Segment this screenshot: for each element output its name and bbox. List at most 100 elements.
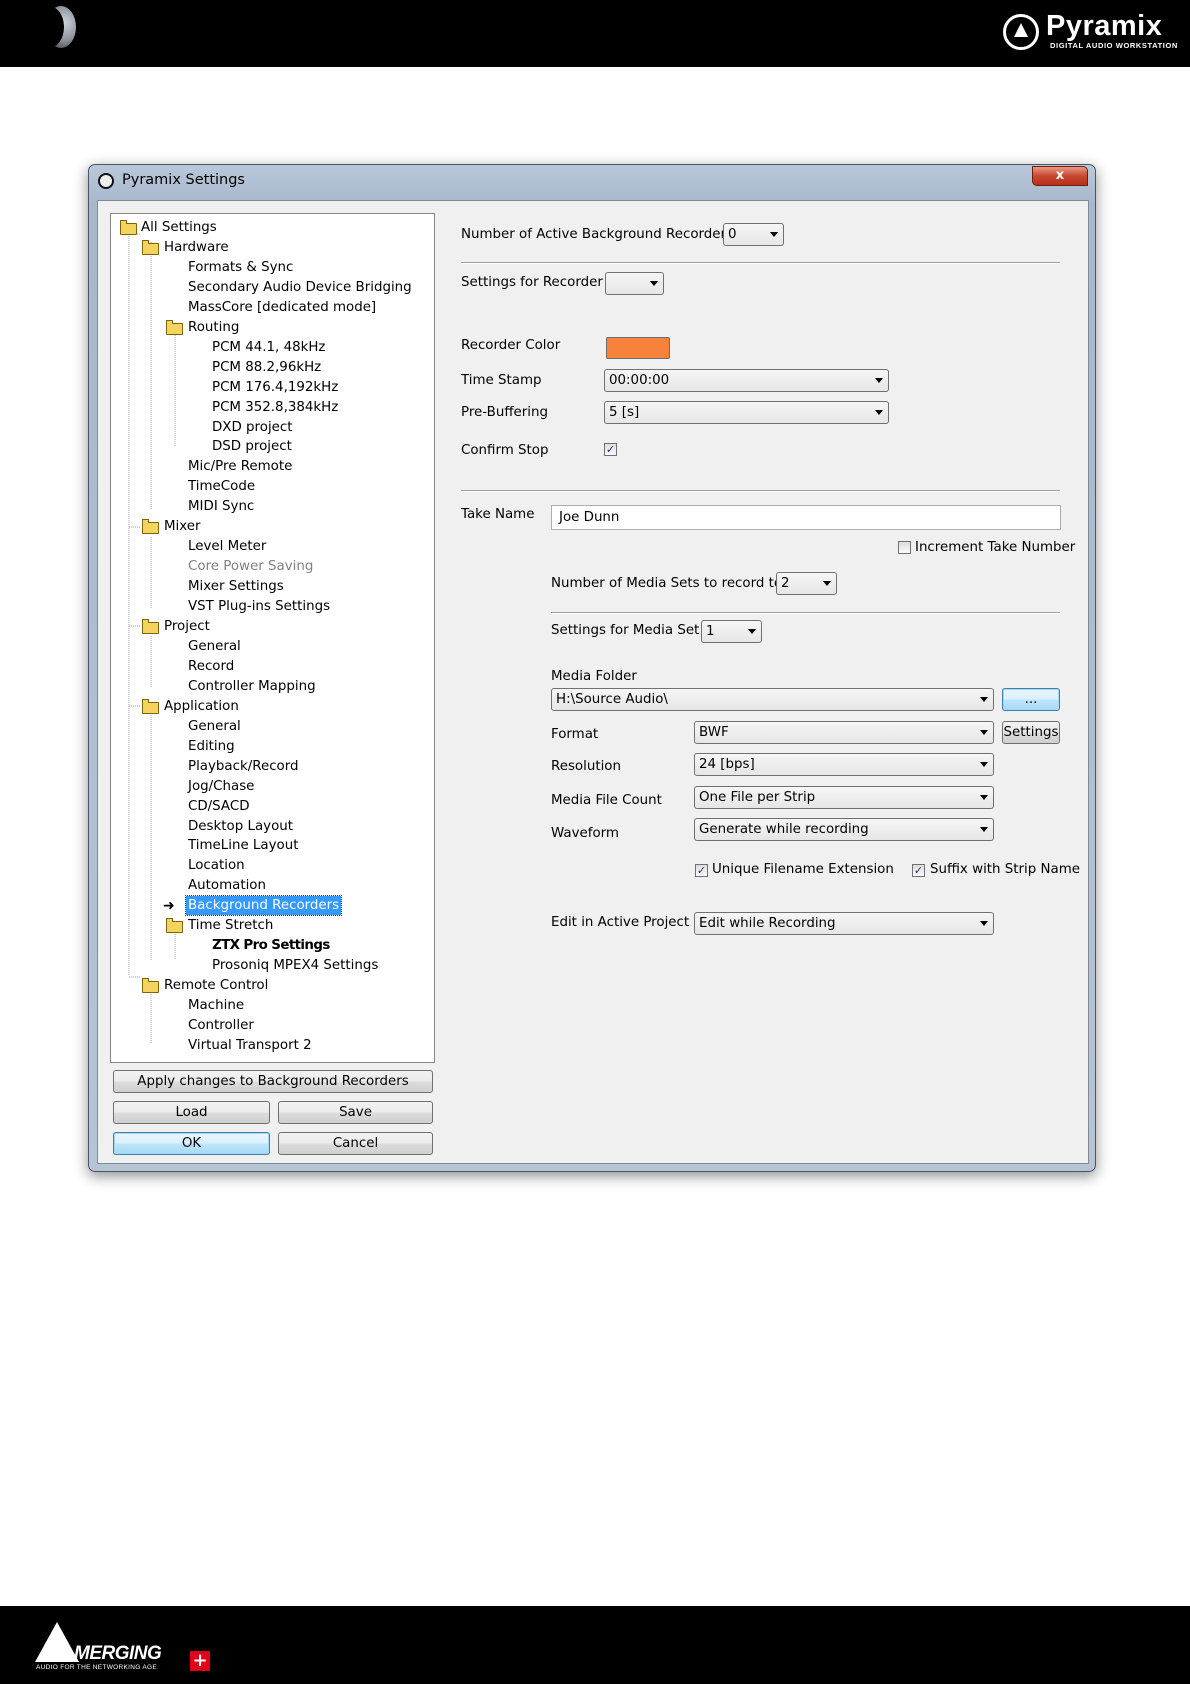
media-folder-value: H:\Source Audio\ [556, 692, 668, 707]
confirm-stop-checkbox[interactable]: ✓ [604, 443, 617, 456]
media-file-count-select[interactable]: One File per Strip [694, 786, 994, 809]
close-button[interactable]: x [1032, 166, 1088, 186]
window-app-icon [98, 173, 114, 189]
active-recorders-select[interactable]: 0 [723, 223, 784, 246]
tree-item-playback-record[interactable]: Playback/Record [188, 757, 299, 776]
merging-plus-icon: + [190, 1651, 210, 1671]
tree-item-level-meter[interactable]: Level Meter [188, 537, 266, 556]
tree-item-pcm-44-1-48khz[interactable]: PCM 44.1, 48kHz [212, 338, 325, 357]
resolution-value: 24 [bps] [699, 757, 755, 772]
suffix-strip-name-checkbox[interactable]: ✓ [912, 864, 925, 877]
tree-item-remote-control[interactable]: Remote Control [164, 976, 268, 995]
tree-item-formats-sync[interactable]: Formats & Sync [188, 258, 293, 277]
time-stamp-label: Time Stamp [461, 373, 542, 388]
tree-item-timecode[interactable]: TimeCode [188, 477, 255, 496]
separator [461, 490, 1060, 492]
time-stamp-value: 00:00:00 [609, 373, 670, 388]
tree-item-cd-sacd[interactable]: CD/SACD [188, 797, 250, 816]
tree-item-pcm-88-2-96khz[interactable]: PCM 88.2,96kHz [212, 358, 321, 377]
media-sets-select[interactable]: 2 [776, 572, 837, 595]
tree-item-automation[interactable]: Automation [188, 876, 266, 895]
folder-icon [142, 978, 159, 993]
active-recorders-value: 0 [728, 227, 737, 242]
suffix-strip-name-label: Suffix with Strip Name [930, 862, 1081, 877]
pre-buffering-label: Pre-Buffering [461, 405, 548, 420]
pre-buffering-value: 5 [s] [609, 405, 640, 420]
tree-item-machine[interactable]: Machine [188, 996, 244, 1015]
ok-button[interactable]: OK [113, 1132, 270, 1155]
folder-icon [142, 699, 159, 714]
resolution-select[interactable]: 24 [bps] [694, 753, 994, 776]
recorder-color-swatch[interactable] [606, 337, 670, 359]
tree-item-all-settings[interactable]: All Settings [141, 218, 217, 237]
tree-item-jog-chase[interactable]: Jog/Chase [188, 777, 254, 796]
tree-item-pcm-176-4-192khz[interactable]: PCM 176.4,192kHz [212, 378, 338, 397]
folder-icon [142, 240, 159, 255]
take-name-label: Take Name [461, 507, 535, 522]
tree-item-timeline-layout[interactable]: TimeLine Layout [188, 836, 298, 855]
tree-item-project[interactable]: Project [164, 617, 210, 636]
tree-item-routing[interactable]: Routing [188, 318, 239, 337]
tree-item-general[interactable]: General [188, 717, 241, 736]
format-select[interactable]: BWF [694, 721, 994, 744]
pre-buffering-select[interactable]: 5 [s] [604, 401, 889, 424]
tree-item-application[interactable]: Application [164, 697, 239, 716]
tree-item-time-stretch[interactable]: Time Stretch [188, 916, 273, 935]
chevron-down-icon [980, 921, 988, 926]
tree-item-mic-pre-remote[interactable]: Mic/Pre Remote [188, 457, 292, 476]
tree-item-pcm-352-8-384khz[interactable]: PCM 352.8,384kHz [212, 398, 338, 417]
tree-item-dsd-project[interactable]: DSD project [212, 437, 292, 456]
merging-logo-icon [35, 1622, 79, 1662]
edit-active-project-value: Edit while Recording [699, 916, 836, 931]
browse-folder-button[interactable]: ... [1002, 688, 1060, 711]
folder-icon [142, 519, 159, 534]
tree-item-prosoniq-mpex4-settings[interactable]: Prosoniq MPEX4 Settings [212, 956, 378, 975]
tree-item-background-recorders[interactable]: Background Recorders [184, 895, 343, 916]
tree-item-midi-sync[interactable]: MIDI Sync [188, 497, 254, 516]
increment-take-checkbox[interactable] [898, 541, 911, 554]
save-button[interactable]: Save [278, 1101, 433, 1124]
waveform-select[interactable]: Generate while recording [694, 818, 994, 841]
bottom-banner [0, 1606, 1190, 1684]
tree-item-mixer[interactable]: Mixer [164, 517, 201, 536]
settings-for-media-set-value: 1 [706, 624, 715, 639]
tree-item-core-power-saving[interactable]: Core Power Saving [188, 557, 313, 576]
settings-for-media-set-select[interactable]: 1 [701, 620, 762, 643]
tree-item-record[interactable]: Record [188, 657, 234, 676]
tree-item-virtual-transport-2[interactable]: Virtual Transport 2 [188, 1036, 312, 1055]
waveform-value: Generate while recording [699, 822, 869, 837]
settings-for-media-set-label: Settings for Media Set # [551, 623, 715, 638]
media-folder-select[interactable]: H:\Source Audio\ [551, 688, 994, 711]
format-settings-button[interactable]: Settings [1002, 721, 1060, 744]
tree-item-controller[interactable]: Controller [188, 1016, 254, 1035]
tree-item-secondary-audio-device-bridging[interactable]: Secondary Audio Device Bridging [188, 278, 412, 297]
chevron-down-icon [770, 232, 778, 237]
chevron-down-icon [875, 410, 883, 415]
unique-filename-label: Unique Filename Extension [712, 862, 894, 877]
tree-item-controller-mapping[interactable]: Controller Mapping [188, 677, 316, 696]
tree-item-general[interactable]: General [188, 637, 241, 656]
cancel-button[interactable]: Cancel [278, 1132, 433, 1155]
time-stamp-select[interactable]: 00:00:00 [604, 369, 889, 392]
unique-filename-checkbox[interactable]: ✓ [695, 864, 708, 877]
chevron-down-icon [980, 697, 988, 702]
merging-brand-name: MERGING [74, 1643, 162, 1664]
apply-changes-button[interactable]: Apply changes to Background Recorders [113, 1070, 433, 1093]
tree-item-desktop-layout[interactable]: Desktop Layout [188, 817, 293, 836]
folder-icon [120, 220, 137, 235]
media-folder-label: Media Folder [551, 669, 637, 684]
tree-item-dxd-project[interactable]: DXD project [212, 418, 293, 437]
tree-item-mixer-settings[interactable]: Mixer Settings [188, 577, 284, 596]
tree-item-masscore-dedicated-mode[interactable]: MassCore [dedicated mode] [188, 298, 376, 317]
tree-item-editing[interactable]: Editing [188, 737, 235, 756]
tree-item-location[interactable]: Location [188, 856, 245, 875]
tree-item-ztx-pro-settings[interactable]: ZTX Pro Settings [212, 936, 330, 955]
take-name-input[interactable]: Joe Dunn [551, 505, 1061, 530]
format-value: BWF [699, 725, 729, 740]
load-button[interactable]: Load [113, 1101, 270, 1124]
tree-item-hardware[interactable]: Hardware [164, 238, 229, 257]
settings-for-recorder-select[interactable] [605, 272, 664, 295]
chevron-down-icon [980, 795, 988, 800]
edit-active-project-select[interactable]: Edit while Recording [694, 912, 994, 935]
tree-item-vst-plug-ins-settings[interactable]: VST Plug-ins Settings [188, 597, 330, 616]
